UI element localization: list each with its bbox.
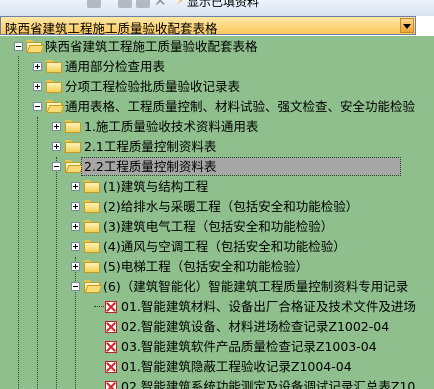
- tree-node-label: (5)电梯工程（包括安全和功能检验）: [103, 259, 309, 274]
- folder-icon: [46, 80, 62, 93]
- tree-node-label: 通用部分检查用表: [65, 59, 166, 74]
- folder-open-icon: [65, 160, 84, 173]
- expand-toggle[interactable]: [52, 122, 61, 131]
- document-x-icon: [105, 361, 117, 373]
- folder-icon: [84, 240, 100, 253]
- show-filled-button[interactable]: ⚡ 显示已填资料: [176, 0, 260, 9]
- tree-node[interactable]: (3)建筑电气工程（包括安全和功能检验）: [0, 216, 434, 237]
- folder-icon: [84, 180, 100, 193]
- expand-toggle[interactable]: [52, 142, 61, 151]
- toolbar-disabled-button[interactable]: [136, 0, 150, 8]
- expand-toggle[interactable]: [71, 262, 80, 271]
- document-x-icon: [105, 301, 117, 313]
- tree-node-label: 03.智能建筑软件产品质量检查记录Z1003-04: [121, 339, 377, 354]
- tree-node[interactable]: 分项工程检验批质量验收记录表: [0, 76, 434, 97]
- collapse-toggle[interactable]: [52, 162, 61, 171]
- tree-node-label: (6)（建筑智能化）智能建筑工程质量控制资料专用记录: [103, 279, 409, 294]
- folder-open-icon: [84, 280, 103, 293]
- folder-icon: [84, 220, 100, 233]
- tree-node-label: (1)建筑与结构工程: [103, 179, 209, 194]
- expand-toggle[interactable]: [33, 62, 42, 71]
- tree-node[interactable]: (5)电梯工程（包括安全和功能检验）: [0, 256, 434, 277]
- tree-node-label: 陕西省建筑工程施工质量验收配套表格: [45, 39, 258, 54]
- tree-node-label: 2.1工程质量控制资料表: [84, 139, 217, 154]
- folder-open-icon: [46, 100, 65, 113]
- chevron-down-icon[interactable]: [400, 18, 414, 33]
- tree-node[interactable]: (2)给排水与采暖工程（包括安全和功能检验）: [0, 196, 434, 217]
- tree-node[interactable]: 通用部分检查用表: [0, 56, 434, 77]
- tree-node-doc[interactable]: 01.智能建筑材料、设备出厂合格证及技术文件及进场: [0, 296, 434, 317]
- toolbar-disabled-button[interactable]: [118, 0, 132, 8]
- expand-toggle[interactable]: [71, 242, 80, 251]
- toolbar-disabled-button[interactable]: [87, 0, 101, 8]
- close-icon[interactable]: ✕: [154, 0, 168, 9]
- select-value: 陕西省建筑工程施工质量验收配套表格: [5, 21, 218, 36]
- table-set-select[interactable]: 陕西省建筑工程施工质量验收配套表格: [0, 16, 416, 36]
- tree-node-root[interactable]: 陕西省建筑工程施工质量验收配套表格: [0, 36, 434, 57]
- tree-node-label: 2.2工程质量控制资料表: [81, 157, 401, 176]
- folder-icon: [46, 60, 62, 73]
- tree-node-label: 1.施工质量验收技术资料通用表: [84, 119, 259, 134]
- document-x-icon: [105, 341, 117, 353]
- expand-toggle[interactable]: [71, 222, 80, 231]
- tree-view[interactable]: 陕西省建筑工程施工质量验收配套表格 通用部分检查用表 分项工程检验批质量验收记录…: [0, 36, 434, 389]
- document-x-icon: [105, 321, 117, 333]
- tree-node-doc[interactable]: 03.智能建筑软件产品质量检查记录Z1003-04: [0, 336, 434, 357]
- collapse-toggle[interactable]: [14, 42, 23, 51]
- tree-node[interactable]: 通用表格、工程质量控制、材料试验、强文检查、安全功能检验: [0, 96, 434, 117]
- tree-node-doc[interactable]: 02.智能建筑系统功能测定及设备调试记录汇总表Z10: [0, 376, 434, 389]
- tree-node-label: 02.智能建筑设备、材料进场检查记录Z1002-04: [121, 319, 390, 334]
- lightning-icon: ⚡: [176, 0, 184, 7]
- tree-node-label: 01.智能建筑隐蔽工程验收记录Z1004-04: [121, 359, 352, 374]
- folder-open-icon: [26, 40, 45, 53]
- expand-toggle[interactable]: [71, 182, 80, 191]
- tree-node-label: 通用表格、工程质量控制、材料试验、强文检查、安全功能检验: [65, 99, 416, 114]
- tree-node[interactable]: (1)建筑与结构工程: [0, 176, 434, 197]
- folder-icon: [65, 140, 81, 153]
- show-filled-label: 显示已填资料: [187, 0, 260, 9]
- app-window: ✕ ⚡ 显示已填资料 陕西省建筑工程施工质量验收配套表格 陕西省建筑工程施工质量…: [0, 0, 434, 389]
- tree-node-doc[interactable]: 02.智能建筑设备、材料进场检查记录Z1002-04: [0, 316, 434, 337]
- collapse-toggle[interactable]: [33, 102, 42, 111]
- folder-icon: [84, 200, 100, 213]
- tree-node-label: (2)给排水与采暖工程（包括安全和功能检验）: [103, 199, 359, 214]
- tree-node[interactable]: 2.1工程质量控制资料表: [0, 136, 434, 157]
- folder-icon: [65, 120, 81, 133]
- tree-node-label: (4)通风与空调工程（包括安全和功能检验）: [103, 239, 346, 254]
- toolbar: ✕ ⚡ 显示已填资料: [0, 0, 434, 16]
- tree-node-label: (3)建筑电气工程（包括安全和功能检验）: [103, 219, 334, 234]
- tree-node[interactable]: (4)通风与空调工程（包括安全和功能检验）: [0, 236, 434, 257]
- document-x-icon: [105, 381, 117, 389]
- tree-node[interactable]: 1.施工质量验收技术资料通用表: [0, 116, 434, 137]
- tree-node-doc[interactable]: 01.智能建筑隐蔽工程验收记录Z1004-04: [0, 356, 434, 377]
- tree-node-label: 01.智能建筑材料、设备出厂合格证及技术文件及进场: [121, 299, 416, 314]
- collapse-toggle[interactable]: [71, 282, 80, 291]
- expand-toggle[interactable]: [33, 82, 42, 91]
- folder-icon: [84, 260, 100, 273]
- tree-node-selected[interactable]: 2.2工程质量控制资料表: [0, 156, 434, 177]
- tree-node-label: 02.智能建筑系统功能测定及设备调试记录汇总表Z10: [121, 379, 416, 389]
- tree-node[interactable]: (6)（建筑智能化）智能建筑工程质量控制资料专用记录: [0, 276, 434, 297]
- expand-toggle[interactable]: [71, 202, 80, 211]
- tree-node-label: 分项工程检验批质量验收记录表: [65, 79, 241, 94]
